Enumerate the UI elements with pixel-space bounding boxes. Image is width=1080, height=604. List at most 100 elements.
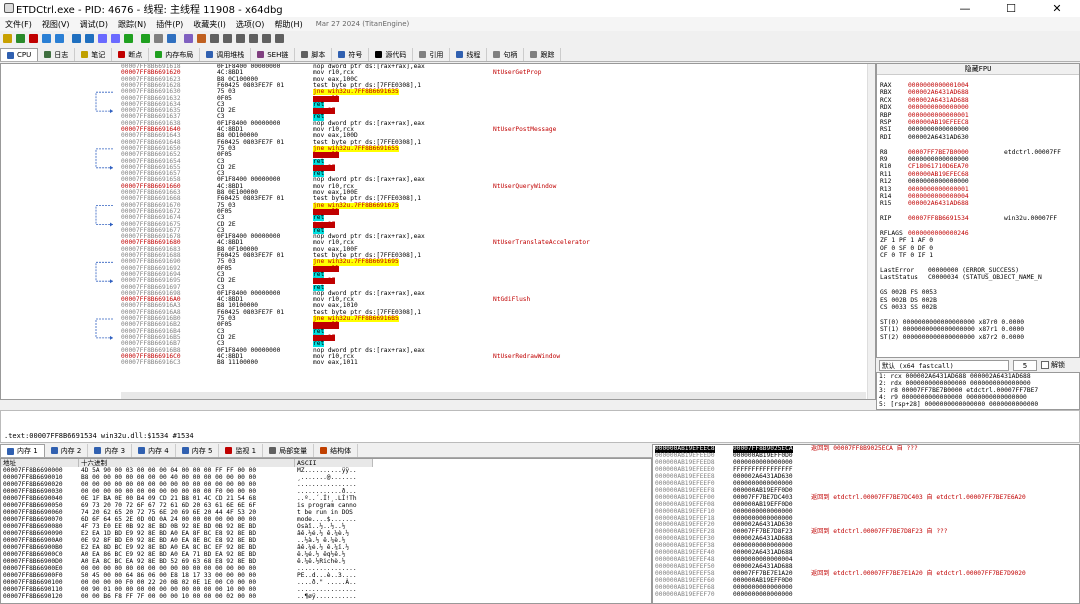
argument-row[interactable]: 1: rcx 000002A6431AD688 000002A6431AD688 [877, 373, 1079, 380]
tab-12[interactable]: 句柄 [487, 48, 525, 61]
dump-tab-7[interactable]: 结构体 [314, 444, 359, 457]
stack-row[interactable]: 000000AB19EFEF00 00007FF7BE7DC403 返回到 etdc… [653, 494, 1079, 502]
hash-icon[interactable] [236, 34, 245, 43]
step-into-icon[interactable] [72, 34, 81, 43]
tab-13[interactable]: 跟踪 [524, 48, 562, 61]
run-icon[interactable] [42, 34, 51, 43]
minimize-button[interactable]: — [942, 0, 988, 17]
references-icon [419, 51, 427, 58]
trace-over-icon[interactable] [111, 34, 120, 43]
stack-row[interactable]: 000000AB19EFEEF0 0000000000000000 [653, 480, 1079, 488]
register-value: 000002A6431AD688 [908, 200, 969, 208]
memory-dump-view[interactable]: 地址 十六进制 ASCII 00007FF8B6690000 4D 5A 90 0… [0, 458, 652, 604]
argument-row[interactable]: 4: r9 0000000000000000 0000000000000000 [877, 394, 1079, 401]
registers-panel: 隐藏FPU RAX 0000000000001004 RBX 000002A6431A… [876, 63, 1080, 358]
tab-1[interactable]: 日志 [38, 48, 76, 61]
stack-view[interactable]: 000000AB19EFEEC8 00007FF8B9025ECA 返回到 0000… [652, 444, 1080, 604]
tab-6[interactable]: SEH链 [251, 48, 296, 61]
argument-row[interactable]: 5: [rsp+28] 0000000000000000 00000000000… [877, 401, 1079, 408]
patch-icon[interactable] [167, 34, 176, 43]
breakpoint-icon [118, 51, 126, 58]
dump-tab-6[interactable]: 局部变量 [263, 444, 315, 457]
argument-row[interactable]: 3: r8 00007FF7BE7B0000 etdctrl.00007FF7B… [877, 387, 1079, 394]
tab-9[interactable]: 源代码 [369, 48, 414, 61]
stack-row[interactable]: 000000AB19EFEEE8 000002A6431AD630 [653, 473, 1079, 481]
disasm-row[interactable]: 00007FF8B66916C3 B8 11100000 mov eax,1011 [1, 359, 869, 366]
arg-count-spinner[interactable]: 5 [1013, 359, 1037, 371]
stack-row[interactable]: 000000AB19EFEF60 000000AB19EFF0D0 [653, 577, 1079, 585]
dump-tab-3[interactable]: 内存 4 [132, 444, 176, 457]
tab-7[interactable]: 脚本 [295, 48, 333, 61]
step-over-icon[interactable] [85, 34, 94, 43]
dump-tab-label: 结构体 [330, 446, 352, 455]
menu-item-5[interactable]: 收藏夹(I) [188, 19, 231, 30]
stack-row[interactable]: 000000AB19EFEF68 0000000000000000 [653, 584, 1079, 592]
menu-item-3[interactable]: 跟踪(N) [113, 19, 151, 30]
dump-tab-1[interactable]: 内存 2 [45, 444, 89, 457]
stack-row[interactable]: 000000AB19EFEF40 000002A6431AD688 [653, 549, 1079, 557]
stack-row[interactable]: 000000AB19EFEF70 0000000000000000 [653, 591, 1079, 599]
tab-0[interactable]: CPU [0, 48, 39, 61]
comment-icon[interactable] [184, 34, 193, 43]
menu-item-4[interactable]: 插件(P) [151, 19, 188, 30]
stack-row[interactable]: 000000AB19EFEF30 000002A6431AD688 [653, 535, 1079, 543]
dump-tab-5[interactable]: 监视 1 [219, 444, 264, 457]
dump-tab-2[interactable]: 内存 3 [88, 444, 133, 457]
menu-item-0[interactable]: 文件(F) [0, 19, 37, 30]
stack-row[interactable]: 000000AB19EFEF48 0000000000000004 [653, 556, 1079, 564]
register-name: RSI [880, 126, 892, 134]
argument-row[interactable]: 2: rdx 0000000000000000 0000000000000000 [877, 380, 1079, 387]
execute-till-return-icon[interactable] [124, 34, 133, 43]
tab-11[interactable]: 线程 [450, 48, 488, 61]
dump-tab-4[interactable]: 内存 5 [176, 444, 220, 457]
stack-row[interactable]: 000000AB19EFEED0 000000AB19EFF0D0 [653, 452, 1079, 460]
disassembly-scrollbar[interactable] [867, 64, 875, 399]
tab-3[interactable]: 断点 [112, 48, 150, 61]
function-icon[interactable] [223, 34, 232, 43]
hide-fpu-button[interactable]: 隐藏FPU [877, 64, 1079, 75]
disassembly-hscrollbar[interactable] [121, 392, 866, 399]
stack-row[interactable]: 000000AB19EFEF08 000000AB19EFF0D0 [653, 501, 1079, 509]
trace-into-icon[interactable] [98, 34, 107, 43]
dump-tab-bar: 内存 1 内存 2 内存 3 内存 4 内存 5 监视 1 局部变量 结构体 [0, 444, 652, 458]
label-icon[interactable] [197, 34, 206, 43]
menu-item-2[interactable]: 调试(D) [75, 19, 113, 30]
register-name: R12 [880, 178, 892, 186]
dump-ascii: ..¶øÿ........... [297, 593, 357, 600]
tab-5[interactable]: 调用堆栈 [200, 48, 252, 61]
font-icon[interactable] [249, 34, 258, 43]
close-icon[interactable] [29, 34, 38, 43]
scylla-icon[interactable] [154, 34, 163, 43]
tab-4[interactable]: 内存布局 [149, 48, 201, 61]
menu-item-7[interactable]: 帮助(H) [269, 19, 307, 30]
menu-item-6[interactable]: 选项(O) [231, 19, 270, 30]
stack-row[interactable]: 000000AB19EFEEC8 00007FF8B9025ECA 返回到 0000… [653, 445, 1079, 453]
stack-comment: 返回到 etdctrl.00007FF7BE7D8F23 自 ??? [811, 528, 948, 536]
info-line: .text:00007FF8B6691534 win32u.dll:$1534 … [4, 432, 194, 440]
stack-row[interactable]: 000000AB19EFEF18 0000000000000000 [653, 515, 1079, 523]
tab-2[interactable]: 笔记 [75, 48, 113, 61]
close-window-button[interactable]: ✕ [1034, 0, 1080, 17]
strings-icon[interactable] [262, 34, 271, 43]
open-icon[interactable] [3, 34, 12, 43]
pause-icon[interactable] [55, 34, 64, 43]
stack-row[interactable]: 000000AB19EFEEE0 FFFFFFFFFFFFFFFF [653, 466, 1079, 474]
dump-tab-0[interactable]: 内存 1 [0, 444, 45, 457]
tab-8[interactable]: 符号 [332, 48, 370, 61]
stack-row[interactable]: 000000AB19EFEF38 0000000000000000 [653, 542, 1079, 550]
stack-row[interactable]: 000000AB19EFEF58 00007FF7BE7E1A20 返回到 etdc… [653, 570, 1079, 578]
bookmark-icon[interactable] [210, 34, 219, 43]
stack-row[interactable]: 000000AB19EFEED8 0000000000000000 [653, 459, 1079, 467]
tab-10[interactable]: 引用 [413, 48, 451, 61]
stack-row[interactable]: 000000AB19EFEF10 0000000000000000 [653, 508, 1079, 516]
stack-row[interactable]: 000000AB19EFEF28 00007FF7BE7D8F23 返回到 etdc… [653, 529, 1079, 536]
unlock-checkbox[interactable] [1041, 361, 1049, 369]
menu-item-1[interactable]: 视图(V) [37, 19, 75, 30]
maximize-button[interactable]: ☐ [988, 0, 1034, 17]
restart-icon[interactable] [16, 34, 25, 43]
call-convention-select[interactable]: 默认 (x64 fastcall) [879, 359, 1009, 371]
run-to-user-icon[interactable] [141, 34, 150, 43]
dump-row[interactable]: 00007FF8B6690120 00 00 B6 F8 FF 7F 00 00 … [1, 593, 651, 601]
disassembly-view[interactable]: 00007FF8B6691618 0F1F8400 00000000 nop dwo… [0, 63, 876, 400]
calc-icon[interactable] [275, 34, 284, 43]
